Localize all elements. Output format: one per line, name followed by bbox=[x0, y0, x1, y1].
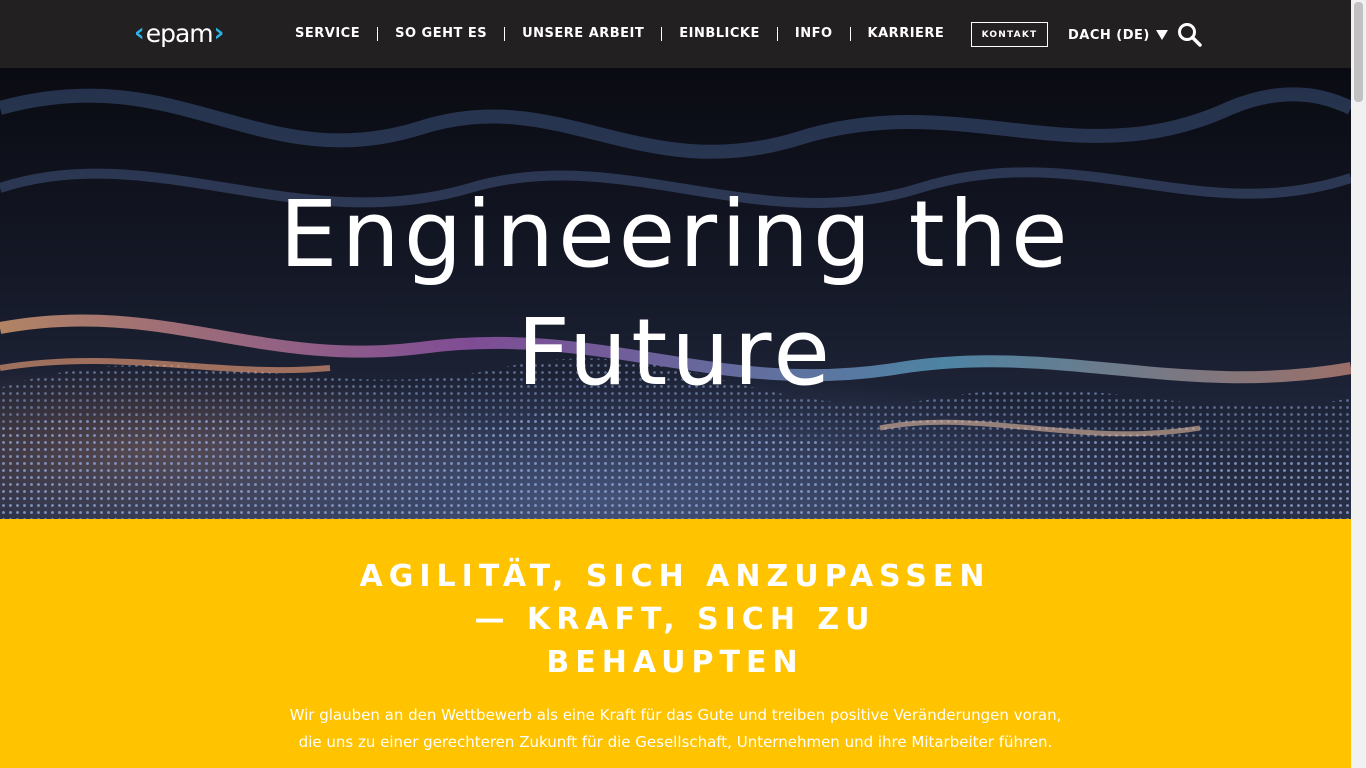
scrollbar-thumb[interactable] bbox=[1354, 2, 1363, 102]
logo-right-bracket: › bbox=[213, 18, 225, 48]
region-selector[interactable]: DACH (DE) bbox=[1068, 24, 1168, 46]
hero-title-line-1: Engineering the bbox=[279, 181, 1072, 288]
epam-logo[interactable]: ‹ epam › bbox=[134, 18, 224, 48]
intro-paragraph-line-1: Wir glauben an den Wettbewerb als eine K… bbox=[289, 706, 1062, 724]
caret-down-icon bbox=[1155, 30, 1168, 40]
page-scrollbar[interactable] bbox=[1351, 0, 1366, 768]
nav-item-so-geht-es[interactable]: SO GEHT ES bbox=[378, 24, 504, 44]
intro-section: AGILITÄT, SICH ANZUPASSEN — KRAFT, SICH … bbox=[0, 519, 1351, 768]
search-button[interactable] bbox=[1176, 21, 1204, 49]
main-nav: SERVICE SO GEHT ES UNSERE ARBEIT EINBLIC… bbox=[278, 24, 961, 44]
nav-item-einblicke[interactable]: EINBLICKE bbox=[662, 24, 777, 44]
nav-item-karriere[interactable]: KARRIERE bbox=[851, 24, 962, 44]
intro-paragraph-line-2: die uns zu einer gerechteren Zukunft für… bbox=[298, 733, 1053, 751]
site-header: ‹ epam › SERVICE SO GEHT ES UNSERE ARBEI… bbox=[0, 0, 1351, 68]
intro-heading: AGILITÄT, SICH ANZUPASSEN — KRAFT, SICH … bbox=[330, 555, 1020, 684]
hero-title-line-2: Future bbox=[517, 299, 834, 406]
hero-banner: Engineering the Future bbox=[0, 68, 1351, 519]
intro-paragraph: Wir glauben an den Wettbewerb als eine K… bbox=[270, 702, 1081, 756]
logo-left-bracket: ‹ bbox=[134, 18, 145, 48]
contact-button[interactable]: KONTAKT bbox=[971, 22, 1048, 47]
hero-title: Engineering the Future bbox=[0, 176, 1351, 412]
intro-heading-line-2: — KRAFT, SICH ZU bbox=[474, 602, 876, 637]
intro-heading-line-3: BEHAUPTEN bbox=[546, 645, 804, 680]
search-icon bbox=[1178, 23, 1202, 47]
nav-item-info[interactable]: INFO bbox=[778, 24, 850, 44]
logo-wordmark: epam bbox=[145, 18, 214, 48]
intro-heading-line-1: AGILITÄT, SICH ANZUPASSEN bbox=[359, 559, 991, 594]
region-label: DACH (DE) bbox=[1068, 27, 1150, 43]
nav-item-service[interactable]: SERVICE bbox=[278, 24, 377, 44]
nav-item-unsere-arbeit[interactable]: UNSERE ARBEIT bbox=[505, 24, 661, 44]
